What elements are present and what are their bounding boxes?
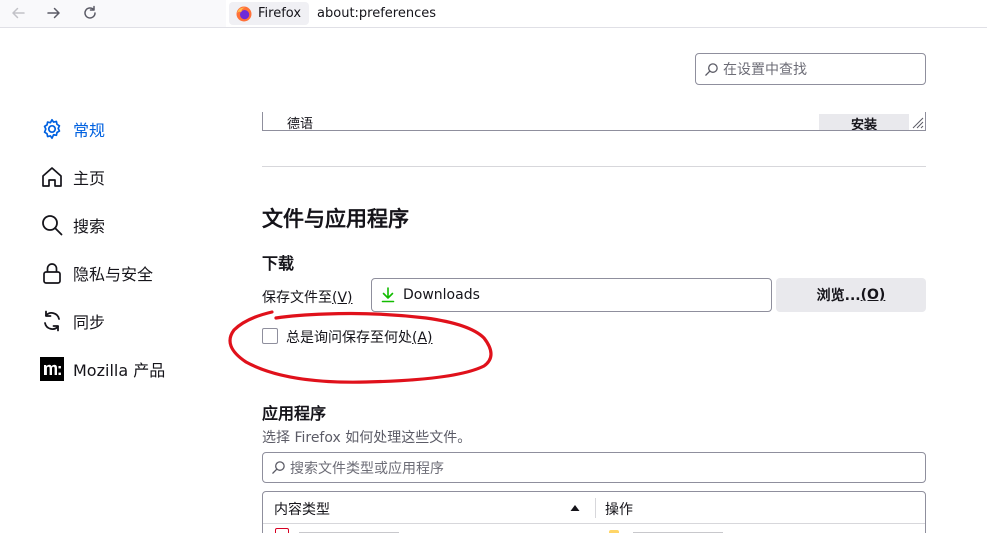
back-button[interactable] [6,2,30,24]
forward-button[interactable] [42,2,66,24]
download-folder-name: Downloads [403,287,480,303]
applications-heading: 应用程序 [262,404,327,423]
annotation-circle [228,310,493,384]
download-folder-field[interactable]: Downloads [371,278,772,312]
applications-description: 选择 Firefox 如何处理这些文件。 [262,430,472,446]
language-item[interactable]: 德语 [287,116,313,130]
browse-text: 浏览... [816,288,861,304]
category-home[interactable]: 主页 [40,164,105,190]
files-section-title: 文件与应用程序 [262,207,409,231]
download-arrow-icon [381,287,395,303]
file-type-icon [275,528,289,533]
save-to-text: 保存文件至 [262,290,332,306]
reload-icon [84,5,96,19]
column-separator[interactable] [595,498,596,518]
category-sync[interactable]: 同步 [40,308,105,334]
url-text[interactable]: about:preferences [317,6,436,21]
always-ask-checkbox[interactable] [262,328,278,344]
category-label: Mozilla 产品 [73,361,166,380]
browse-button[interactable]: 浏览... (O) [776,278,926,312]
category-label: 主页 [73,169,106,188]
category-label: 搜索 [73,217,106,236]
applications-search-input[interactable]: 搜索文件类型或应用程序 [262,452,926,483]
firefox-logo-icon [236,6,252,21]
gear-icon [40,117,64,141]
category-label: 常规 [73,121,106,140]
install-button[interactable]: 安装 [819,114,909,130]
sync-icon [40,309,64,333]
url-bar[interactable]: Firefox about:preferences [226,0,987,27]
mozilla-icon [40,357,64,381]
save-to-label: 保存文件至(V) [262,287,353,307]
search-icon [705,62,718,76]
category-label: 同步 [73,313,106,332]
category-mozilla-products[interactable]: Mozilla 产品 [40,356,165,382]
category-label: 隐私与安全 [73,265,154,284]
downloads-heading: 下载 [262,254,295,273]
category-general[interactable]: 常规 [40,116,105,142]
always-ask-text: 总是询问保存至何处 [286,330,412,346]
language-list[interactable]: 德语 安装 [262,112,926,131]
identity-box[interactable]: Firefox [229,2,310,25]
applications-search-placeholder: 搜索文件类型或应用程序 [290,460,444,477]
browse-accesskey: (O) [860,287,886,303]
arrow-right-icon [47,7,60,19]
column-header-action[interactable]: 操作 [605,499,633,519]
category-privacy[interactable]: 隐私与安全 [40,260,153,286]
category-search[interactable]: 搜索 [40,212,105,238]
column-header-content-type[interactable]: 内容类型 [274,499,330,519]
search-icon [40,213,64,237]
always-ask-label[interactable]: 总是询问保存至何处(A) [286,327,433,347]
browser-toolbar: Firefox about:preferences [0,0,987,28]
arrow-left-icon [12,7,25,19]
applications-table: 内容类型 操作 [262,491,926,533]
lock-icon [40,261,64,285]
resize-handle-icon[interactable] [910,115,924,129]
identity-label: Firefox [258,6,302,21]
always-ask-accesskey: (A) [412,330,433,346]
home-icon [40,165,64,189]
sort-ascending-icon[interactable] [570,504,580,512]
preferences-search-input[interactable]: 在设置中查找 [695,53,926,85]
search-placeholder: 在设置中查找 [723,62,807,78]
reload-button[interactable] [78,2,102,24]
table-header: 内容类型 操作 [263,492,925,524]
save-to-accesskey: (V) [332,290,353,306]
search-icon [272,461,285,474]
section-divider [262,166,926,167]
